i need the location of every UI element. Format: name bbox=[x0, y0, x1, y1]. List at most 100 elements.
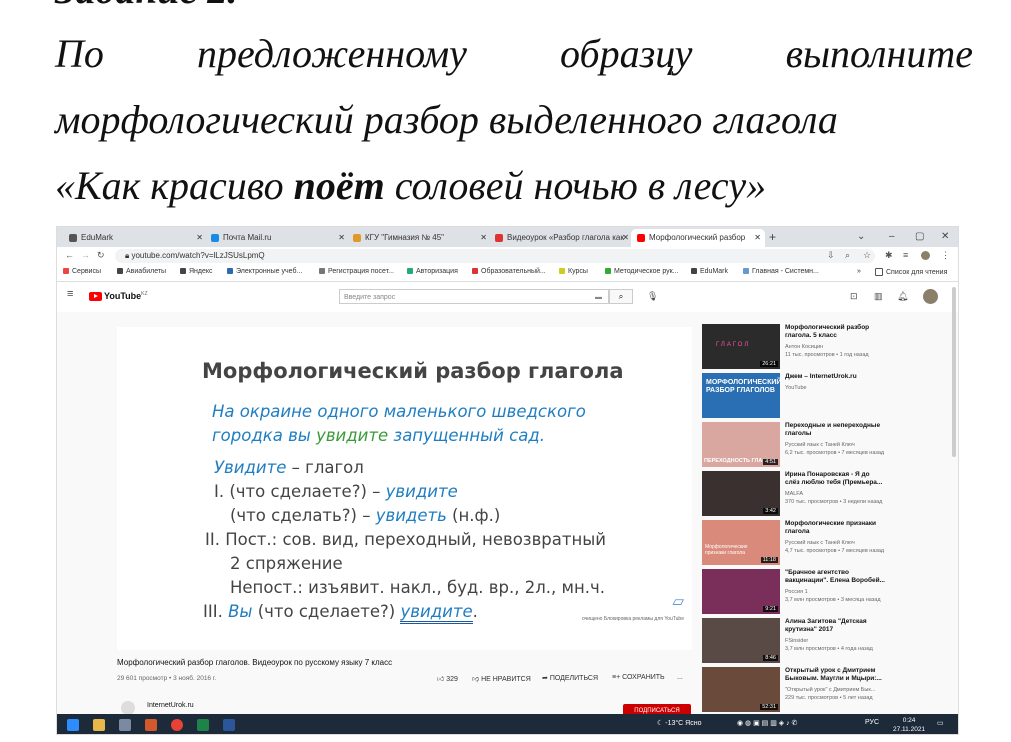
bookmark-item[interactable]: Электронные учеб... bbox=[227, 268, 302, 275]
slide-sentence-line: городка вы увидите запущенный сад. bbox=[212, 426, 545, 445]
bookmark-item[interactable]: Яндекс bbox=[180, 268, 213, 275]
search-input[interactable]: Введите запрос ▬ bbox=[339, 289, 609, 304]
hamburger-menu-icon[interactable]: ≡ bbox=[67, 288, 73, 300]
channel-name[interactable]: InternetUrok.ru bbox=[147, 702, 194, 709]
video-thumbnail[interactable]: МОРФОЛОГИЧЕСКИЙ РАЗБОР ГЛАГОЛОВ bbox=[702, 373, 781, 418]
more-actions-button[interactable]: ... bbox=[677, 674, 683, 681]
bookmark-item[interactable]: Образовательный... bbox=[472, 268, 546, 275]
menu-icon[interactable]: ⋮ bbox=[941, 250, 950, 261]
minimize-icon[interactable]: – bbox=[889, 227, 895, 247]
reload-icon[interactable]: ↻ bbox=[97, 250, 105, 261]
channel-avatar[interactable] bbox=[121, 701, 135, 715]
create-video-icon[interactable]: ⊡ bbox=[850, 291, 858, 302]
tab-videolesson[interactable]: Видеоурок «Разбор глагола как ✕ bbox=[489, 229, 633, 247]
close-icon[interactable]: ✕ bbox=[196, 229, 203, 247]
close-icon[interactable]: ✕ bbox=[480, 229, 487, 247]
more-bookmarks-icon[interactable]: » bbox=[857, 268, 861, 275]
recommendation-item[interactable]: 3:42 Ирина Понаровская - Я до слёз люблю… bbox=[702, 471, 952, 519]
extensions-icon[interactable]: ✱ bbox=[885, 250, 893, 261]
browser-window: EduMark ✕ Почта Mail.ru ✕ КГУ "Гимназия № … bbox=[56, 226, 959, 735]
keyboard-language[interactable]: РУС bbox=[865, 719, 879, 726]
address-bar-row: ← → ↻ 🔒︎ youtube.com/watch?v=lLzJSUsLpmQ… bbox=[57, 247, 958, 265]
star-icon[interactable]: ☆ bbox=[863, 250, 871, 261]
assignment-heading: Задание 2. bbox=[55, 0, 237, 13]
close-icon[interactable]: ✕ bbox=[622, 229, 629, 247]
excel-icon[interactable] bbox=[197, 719, 209, 731]
bookmark-item[interactable]: Методическое рук... bbox=[605, 268, 679, 275]
tab-youtube-active[interactable]: Морфологический разбор ✕ bbox=[631, 229, 765, 247]
tab-search-icon[interactable]: ⌄ bbox=[857, 227, 865, 247]
system-clock[interactable]: 0:24 27.11.2021 bbox=[893, 716, 925, 734]
profile-avatar[interactable] bbox=[921, 251, 930, 260]
recommendation-item[interactable]: 8:46 Алина Загитова "Детская крутизна" 2… bbox=[702, 618, 952, 666]
notifications-bell-icon[interactable]: 🔔︎ bbox=[897, 291, 908, 302]
tab-gymnasium[interactable]: КГУ "Гимназия № 45" ✕ bbox=[347, 229, 491, 247]
reading-list[interactable]: Список для чтения bbox=[875, 268, 947, 276]
bookmark-item[interactable]: Регистрация посет... bbox=[319, 268, 394, 275]
recommendation-item[interactable]: ПЕРЕХОДНОСТЬ ГЛА 4:51 Переходные и непере… bbox=[702, 422, 952, 470]
moon-icon: ☾ bbox=[657, 720, 666, 727]
bookmark-item[interactable]: Главная - Системн... bbox=[743, 268, 819, 275]
globe-icon bbox=[69, 233, 77, 242]
notifications-icon[interactable]: ▭ bbox=[937, 719, 944, 727]
bookmark-item[interactable]: Авторизация bbox=[407, 268, 458, 275]
user-avatar[interactable] bbox=[923, 289, 938, 304]
new-tab-button[interactable]: + bbox=[769, 227, 776, 247]
tab-mail[interactable]: Почта Mail.ru ✕ bbox=[205, 229, 349, 247]
youtube-logo[interactable]: YouTubeKZ bbox=[89, 291, 148, 302]
video-player[interactable]: Морфологический разбор глагола На окраин… bbox=[117, 327, 692, 650]
bookmark-item[interactable]: Авиабилеты bbox=[117, 268, 166, 275]
video-thumbnail[interactable]: 52:31 bbox=[702, 667, 780, 712]
zoom-icon[interactable]: ⌕ bbox=[845, 250, 850, 261]
calculator-icon[interactable] bbox=[119, 719, 131, 731]
recommendation-item[interactable]: 9:21 "Брачное агентство вакцинации". Еле… bbox=[702, 569, 952, 617]
drive-icon bbox=[605, 268, 611, 275]
weather-indicator[interactable]: ☾ -13°C Ясно bbox=[657, 719, 701, 727]
tab-edumark[interactable]: EduMark ✕ bbox=[63, 229, 207, 247]
video-thumbnail[interactable]: ПЕРЕХОДНОСТЬ ГЛА 4:51 bbox=[702, 422, 780, 467]
close-icon[interactable]: ✕ bbox=[338, 229, 345, 247]
globe-icon bbox=[117, 268, 123, 275]
video-thumbnail[interactable]: ГЛАГОЛ 26:21 bbox=[702, 324, 780, 369]
bookmark-item[interactable]: Сервисы bbox=[63, 268, 101, 275]
close-icon[interactable]: ✕ bbox=[754, 229, 761, 247]
assignment-word: выполните bbox=[785, 31, 973, 76]
url-field[interactable]: 🔒︎ youtube.com/watch?v=lLzJSUsLpmQ bbox=[115, 249, 875, 263]
page-scrollbar[interactable] bbox=[952, 287, 956, 457]
maximize-icon[interactable]: ▢ bbox=[915, 227, 924, 247]
install-icon[interactable]: ⇩ bbox=[827, 250, 835, 261]
video-thumbnail[interactable]: 3:42 bbox=[702, 471, 780, 516]
share-button[interactable]: ➦ ПОДЕЛИТЬСЯ bbox=[542, 674, 598, 682]
bookmark-item[interactable]: Курсы bbox=[559, 268, 588, 275]
video-thumbnail[interactable]: 8:46 bbox=[702, 618, 780, 663]
playlist-icon[interactable]: ≡ bbox=[903, 250, 908, 260]
like-button[interactable]: 👍︎ 329 bbox=[437, 674, 458, 683]
close-window-icon[interactable]: ✕ bbox=[941, 227, 949, 247]
word-icon[interactable] bbox=[223, 719, 235, 731]
video-thumbnail[interactable]: 9:21 bbox=[702, 569, 780, 614]
save-button[interactable]: ≡+ СОХРАНИТЬ bbox=[612, 674, 665, 681]
slide-line: (что сделать?) – увидеть (н.ф.) bbox=[230, 506, 501, 525]
keyboard-icon[interactable]: ▬ bbox=[595, 290, 602, 305]
powerpoint-icon[interactable] bbox=[145, 719, 157, 731]
bookmark-item[interactable]: EduMark bbox=[691, 268, 728, 275]
slide-line: III. Вы (что сделаете?) увидите. bbox=[203, 602, 478, 624]
recommendation-item[interactable]: 52:31 Открытый урок с Дмитрием Быковым. … bbox=[702, 667, 952, 715]
interneturok-watermark-icon: ▱ bbox=[672, 593, 684, 610]
assignment-line-1: По предложенному образцу выполните bbox=[55, 30, 973, 77]
dislike-button[interactable]: 👎︎ НЕ НРАВИТСЯ bbox=[472, 674, 531, 683]
chrome-icon[interactable] bbox=[171, 719, 183, 731]
forward-icon[interactable]: → bbox=[81, 250, 90, 260]
recommendation-item[interactable]: Морфологические признаки глагола 11:18 Мо… bbox=[702, 520, 952, 568]
search-button[interactable]: ⌕ bbox=[609, 289, 633, 304]
recommendation-item[interactable]: МОРФОЛОГИЧЕСКИЙ РАЗБОР ГЛАГОЛОВ Джем – I… bbox=[702, 373, 952, 421]
recommendation-item[interactable]: ГЛАГОЛ 26:21 Морфологический разбор глаго… bbox=[702, 324, 952, 372]
microphone-icon[interactable]: 🎙︎ bbox=[647, 291, 658, 302]
windows-start-icon[interactable] bbox=[67, 719, 79, 731]
tray-icons[interactable]: ◉ ◍ ▣ ▤ ▥ ◈ ♪ ✆ bbox=[737, 719, 797, 727]
apps-grid-icon[interactable]: ▥ bbox=[874, 291, 883, 302]
back-icon[interactable]: ← bbox=[65, 250, 74, 260]
video-thumbnail[interactable]: Морфологические признаки глагола 11:18 bbox=[702, 520, 780, 565]
slide-line: II. Пост.: сов. вид, переходный, невозвр… bbox=[205, 530, 607, 549]
file-explorer-icon[interactable] bbox=[93, 719, 105, 731]
